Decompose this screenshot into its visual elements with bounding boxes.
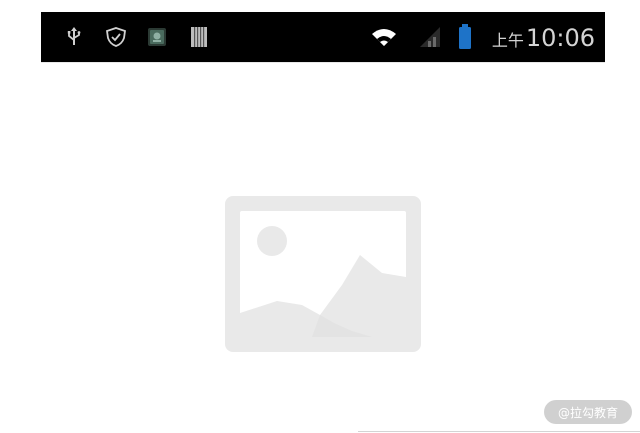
battery-icon: [455, 12, 475, 62]
watermark-badge: @拉勾教育: [544, 400, 632, 424]
signal-icon: [417, 12, 443, 62]
status-clock: 上午 10:06: [492, 12, 595, 62]
status-bar: 上午 10:06: [41, 12, 605, 62]
clock-period: 上午: [491, 31, 524, 50]
app-icon: [145, 12, 169, 62]
wifi-icon: [369, 12, 399, 62]
usb-icon: [63, 12, 85, 62]
bottom-divider: [358, 431, 640, 432]
watermark-text: @拉勾教育: [557, 405, 618, 420]
image-placeholder-icon: [222, 193, 424, 355]
clock-time: 10:06: [525, 24, 595, 52]
barcode-icon: [187, 12, 211, 62]
shield-icon: [103, 12, 129, 62]
